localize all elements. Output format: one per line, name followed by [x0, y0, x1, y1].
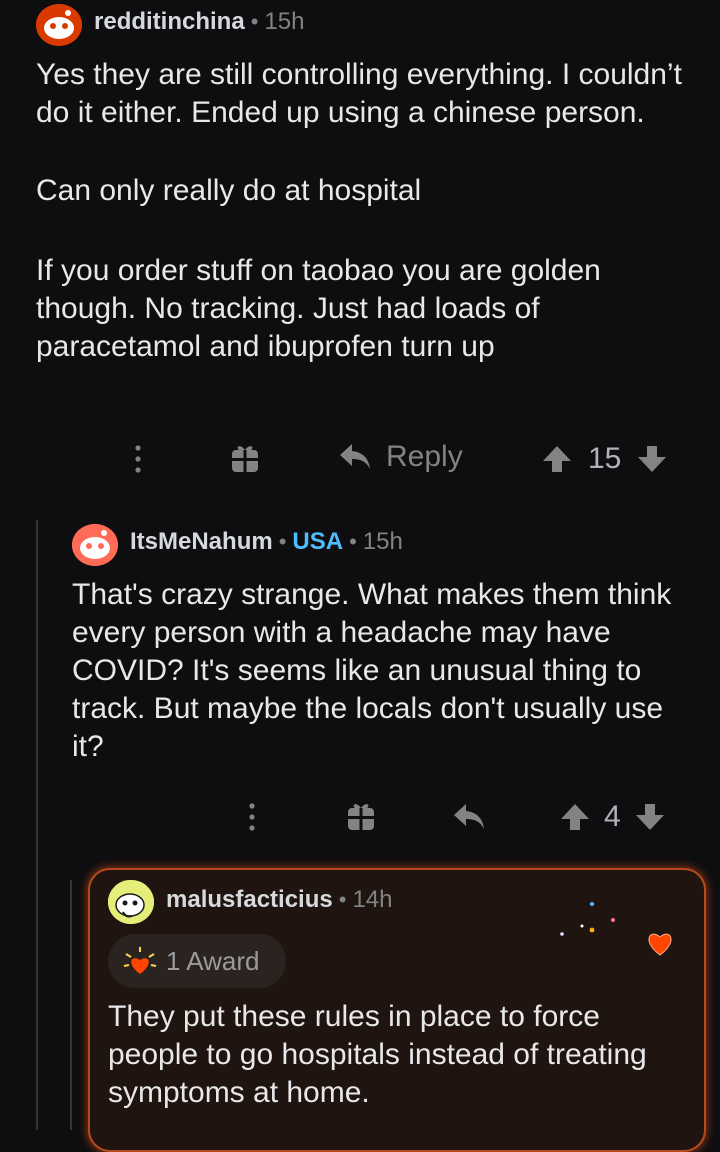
timestamp: 15h: [362, 528, 403, 555]
comment-paragraph: Can only really do at hospital: [36, 174, 422, 207]
downvote-icon[interactable]: [635, 802, 665, 832]
timestamp: 15h: [264, 8, 305, 35]
author-name[interactable]: redditinchina: [94, 8, 245, 36]
more-button[interactable]: [128, 440, 148, 480]
author-name[interactable]: malusfacticius: [166, 886, 333, 914]
gift-icon: [232, 446, 258, 472]
separator-dot: •: [349, 529, 357, 554]
sparkles-decoration: [560, 902, 615, 936]
separator-dot: •: [250, 9, 259, 34]
comment-body: They put these rules in place to force p…: [108, 1000, 647, 1109]
award-button[interactable]: [230, 442, 260, 474]
author-name[interactable]: ItsMeNahum: [130, 528, 273, 556]
award-count: 1 Award: [166, 945, 260, 976]
upvote-icon[interactable]: [560, 802, 590, 832]
more-button[interactable]: [242, 798, 262, 838]
comment-header: redditinchina • 15h: [94, 8, 304, 36]
more-icon: [249, 803, 255, 831]
avatar[interactable]: [72, 524, 118, 566]
reply-button[interactable]: Reply: [338, 440, 463, 474]
comment-body: That's crazy strange. What makes them th…: [72, 578, 672, 763]
comment-paragraph: If you order stuff on taobao you are gol…: [36, 254, 601, 363]
thread-line[interactable]: [70, 880, 72, 1130]
heart-award-icon: [648, 933, 672, 956]
separator-dot: •: [338, 887, 347, 912]
vote-count: 4: [604, 800, 621, 833]
snoo-avatar-icon: [108, 880, 154, 924]
gift-icon: [348, 804, 374, 830]
comment-paragraph: Yes they are still controlling everythin…: [36, 58, 682, 129]
avatar[interactable]: [36, 4, 82, 46]
vote-controls: 4: [560, 800, 665, 834]
reply-label: Reply: [386, 440, 463, 473]
comment-header: malusfacticius • 14h: [166, 886, 392, 914]
reply-button[interactable]: [452, 802, 486, 837]
avatar[interactable]: [108, 880, 154, 924]
reply-arrow-icon: [454, 804, 484, 829]
comment-header: ItsMeNahum • USA • 15h: [130, 528, 403, 556]
award-button[interactable]: [346, 800, 376, 832]
snoo-avatar-icon: [72, 524, 118, 566]
vote-controls: 15: [542, 442, 667, 476]
comment-body: Yes they are still controlling everythin…: [36, 56, 696, 366]
more-icon: [135, 445, 141, 473]
timestamp: 14h: [352, 886, 393, 913]
reply-arrow-icon: [340, 444, 370, 469]
vote-count: 15: [588, 442, 622, 475]
award-badge[interactable]: 1 Award: [108, 934, 286, 988]
upvote-icon[interactable]: [542, 444, 572, 474]
separator-dot: •: [278, 529, 287, 554]
thread-line[interactable]: [36, 520, 38, 1130]
snoo-avatar-icon: [36, 4, 82, 46]
downvote-icon[interactable]: [637, 444, 667, 474]
heart-award-icon: [123, 947, 157, 974]
user-flair: USA: [292, 528, 344, 555]
